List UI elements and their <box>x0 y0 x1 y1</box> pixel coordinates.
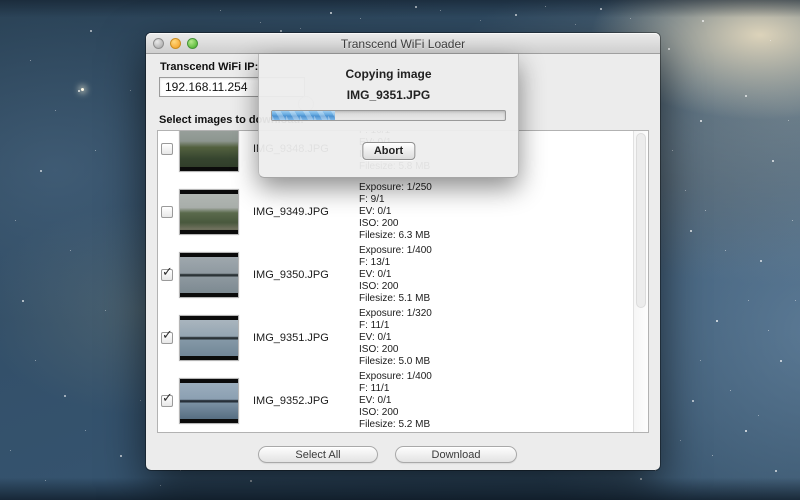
image-exif-details: Exposure: 1/250F: 9/1EV: 0/1ISO: 200File… <box>359 182 432 242</box>
progress-bar <box>271 110 506 121</box>
copy-progress-sheet: Copying image IMG_9351.JPG Abort <box>258 54 519 178</box>
image-checkbox[interactable]: ✓ <box>161 206 173 218</box>
image-exif-details: Exposure: 1/320F: 11/1EV: 0/1ISO: 200Fil… <box>359 308 432 368</box>
list-item[interactable]: ✓ IMG_9349.JPG Exposure: 1/250F: 9/1EV: … <box>158 180 648 243</box>
progress-fill <box>272 111 335 120</box>
abort-button[interactable]: Abort <box>362 142 415 160</box>
window-titlebar[interactable]: Transcend WiFi Loader <box>146 33 660 54</box>
image-filename: IMG_9351.JPG <box>253 332 345 344</box>
image-thumbnail <box>179 252 239 298</box>
checkmark-icon: ✓ <box>162 390 173 406</box>
bright-star-decoration <box>81 88 84 91</box>
download-button[interactable]: Download <box>395 446 517 463</box>
image-filename: IMG_9352.JPG <box>253 395 345 407</box>
image-thumbnail <box>179 189 239 235</box>
image-thumbnail <box>179 378 239 424</box>
checkmark-icon: ✓ <box>162 327 173 343</box>
stars-decoration-small <box>0 0 1 1</box>
list-item[interactable]: ✓ IMG_9352.JPG Exposure: 1/400F: 11/1EV:… <box>158 369 648 432</box>
image-exif-details: Exposure: 1/400F: 13/1EV: 0/1ISO: 200Fil… <box>359 245 432 305</box>
image-filename: IMG_9350.JPG <box>253 269 345 281</box>
app-window: Transcend WiFi Loader Transcend WiFi IP:… <box>146 33 660 470</box>
window-title: Transcend WiFi Loader <box>146 37 660 51</box>
scrollbar-thumb[interactable] <box>636 133 646 308</box>
image-exif-details: Exposure: 1/400F: 11/1EV: 0/1ISO: 200Fil… <box>359 371 432 431</box>
select-all-button[interactable]: Select All <box>258 446 378 463</box>
checkmark-icon: ✓ <box>162 264 173 280</box>
image-checkbox[interactable]: ✓ <box>161 395 173 407</box>
image-checkbox[interactable]: ✓ <box>161 332 173 344</box>
image-checkbox[interactable]: ✓ <box>161 143 173 155</box>
vertical-scrollbar[interactable] <box>633 131 648 432</box>
image-filename: IMG_9349.JPG <box>253 206 345 218</box>
image-checkbox[interactable]: ✓ <box>161 269 173 281</box>
sheet-title: Copying image <box>259 67 518 81</box>
list-item[interactable]: ✓ IMG_9350.JPG Exposure: 1/400F: 13/1EV:… <box>158 243 648 306</box>
sheet-filename: IMG_9351.JPG <box>259 88 518 102</box>
desktop-wallpaper: Transcend WiFi Loader Transcend WiFi IP:… <box>0 0 800 500</box>
image-thumbnail <box>179 315 239 361</box>
image-thumbnail <box>179 130 239 172</box>
ip-label: Transcend WiFi IP: <box>160 61 258 73</box>
list-item[interactable]: ✓ IMG_9351.JPG Exposure: 1/320F: 11/1EV:… <box>158 306 648 369</box>
